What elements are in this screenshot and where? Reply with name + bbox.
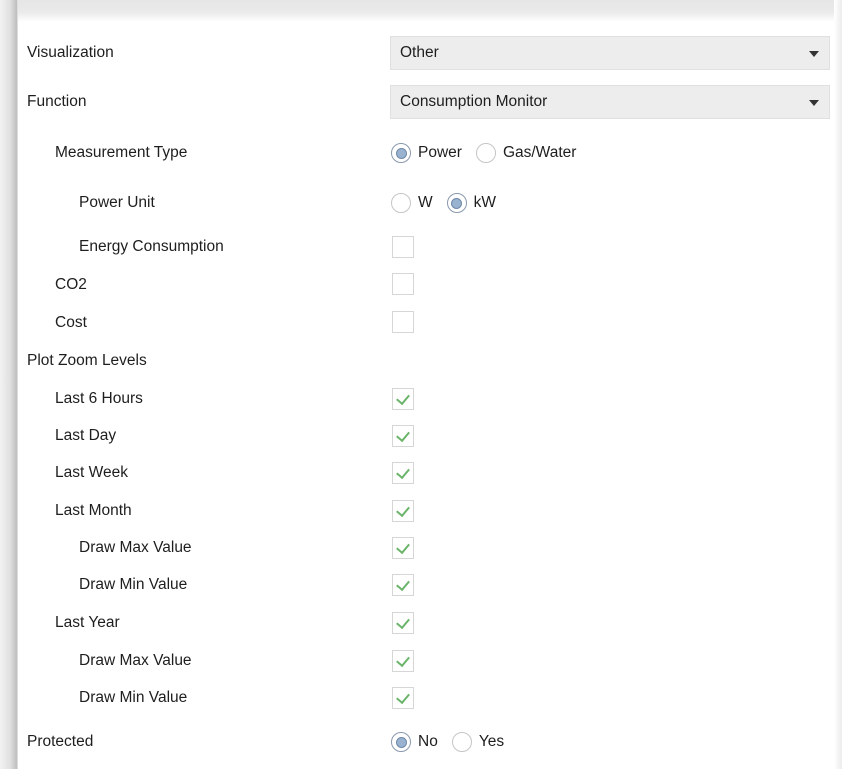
zoom-item-last-week: Last Week bbox=[18, 458, 834, 488]
checkmark-icon bbox=[396, 390, 410, 406]
function-label: Function bbox=[27, 93, 87, 110]
year-draw-max-checkbox[interactable] bbox=[392, 650, 414, 672]
energy-consumption-row: Energy Consumption bbox=[18, 232, 834, 262]
zoom-item-label: Draw Max Value bbox=[79, 539, 192, 556]
radio-unselected-icon bbox=[451, 732, 472, 752]
plot-zoom-levels-row: Plot Zoom Levels bbox=[18, 348, 834, 374]
radio-selected-icon bbox=[391, 143, 411, 163]
zoom-item-last-6-hours: Last 6 Hours bbox=[18, 384, 834, 414]
zoom-item-label: Draw Max Value bbox=[79, 652, 192, 669]
last-month-checkbox[interactable] bbox=[392, 500, 414, 522]
zoom-item-last-month: Last Month bbox=[18, 496, 834, 526]
radio-gas-water-label: Gas/Water bbox=[502, 144, 577, 161]
cost-label: Cost bbox=[55, 314, 87, 331]
zoom-item-label: Last Week bbox=[55, 464, 128, 481]
window-shadow-left bbox=[0, 0, 18, 769]
visualization-value: Other bbox=[400, 44, 439, 61]
radio-no-label: No bbox=[418, 733, 438, 750]
parameters-panel: Visualization Other Function Consumption… bbox=[18, 22, 834, 769]
chevron-down-icon bbox=[809, 100, 819, 106]
zoom-item-month-draw-max: Draw Max Value bbox=[18, 533, 834, 563]
zoom-item-label: Draw Min Value bbox=[79, 689, 188, 706]
co2-label: CO2 bbox=[55, 276, 87, 293]
co2-row: CO2 bbox=[18, 270, 834, 300]
measurement-type-radio-group: Power Gas/Water bbox=[391, 137, 590, 169]
cost-row: Cost bbox=[18, 308, 834, 338]
month-draw-min-checkbox[interactable] bbox=[392, 574, 414, 596]
zoom-item-last-year: Last Year bbox=[18, 608, 834, 638]
last-6-hours-checkbox[interactable] bbox=[392, 388, 414, 410]
function-value: Consumption Monitor bbox=[400, 93, 548, 110]
radio-power-label: Power bbox=[418, 144, 462, 161]
checkmark-icon bbox=[396, 576, 410, 592]
visualization-label: Visualization bbox=[27, 44, 114, 61]
radio-yes-label: Yes bbox=[478, 733, 505, 750]
protected-radio-group: No Yes bbox=[391, 726, 518, 758]
energy-consumption-checkbox[interactable] bbox=[392, 236, 414, 258]
function-row: Function Consumption Monitor bbox=[18, 84, 834, 120]
energy-consumption-label: Energy Consumption bbox=[79, 238, 224, 255]
radio-w-label: W bbox=[418, 194, 433, 211]
plot-zoom-levels-label: Plot Zoom Levels bbox=[27, 352, 147, 369]
checkmark-icon bbox=[396, 652, 410, 668]
visualization-row: Visualization Other bbox=[18, 35, 834, 71]
protected-row: Protected No Yes bbox=[18, 726, 834, 758]
zoom-item-label: Last Year bbox=[55, 614, 120, 631]
power-unit-radio-group: W kW bbox=[391, 187, 510, 219]
chevron-down-icon bbox=[809, 51, 819, 57]
zoom-item-label: Last Day bbox=[55, 427, 117, 444]
checkmark-icon bbox=[396, 502, 410, 518]
measurement-type-label: Measurement Type bbox=[55, 144, 188, 161]
zoom-item-month-draw-min: Draw Min Value bbox=[18, 570, 834, 600]
measurement-type-row: Measurement Type Power Gas/Water bbox=[18, 137, 834, 169]
month-draw-max-checkbox[interactable] bbox=[392, 537, 414, 559]
radio-selected-icon bbox=[446, 193, 467, 213]
year-draw-min-checkbox[interactable] bbox=[392, 687, 414, 709]
zoom-item-year-draw-max: Draw Max Value bbox=[18, 646, 834, 676]
power-unit-label: Power Unit bbox=[79, 194, 155, 211]
power-unit-row: Power Unit W kW bbox=[18, 187, 834, 219]
window-shadow-right bbox=[834, 0, 842, 769]
radio-unselected-icon bbox=[475, 143, 496, 163]
radio-power[interactable]: Power bbox=[391, 143, 462, 163]
zoom-item-label: Draw Min Value bbox=[79, 576, 188, 593]
last-week-checkbox[interactable] bbox=[392, 462, 414, 484]
checkmark-icon bbox=[396, 427, 410, 443]
protected-label: Protected bbox=[27, 733, 94, 750]
radio-kw-label: kW bbox=[473, 194, 497, 211]
co2-checkbox[interactable] bbox=[392, 273, 414, 295]
radio-kw[interactable]: kW bbox=[446, 193, 497, 213]
checkmark-icon bbox=[396, 614, 410, 630]
radio-selected-icon bbox=[391, 732, 411, 752]
radio-unselected-icon bbox=[391, 193, 411, 213]
zoom-item-year-draw-min: Draw Min Value bbox=[18, 683, 834, 713]
function-dropdown[interactable]: Consumption Monitor bbox=[390, 85, 830, 119]
visualization-dropdown[interactable]: Other bbox=[390, 36, 830, 70]
window-shadow-top bbox=[0, 0, 842, 22]
checkmark-icon bbox=[396, 689, 410, 705]
zoom-item-label: Last Month bbox=[55, 502, 132, 519]
checkmark-icon bbox=[396, 464, 410, 480]
last-day-checkbox[interactable] bbox=[392, 425, 414, 447]
radio-no[interactable]: No bbox=[391, 732, 438, 752]
zoom-item-last-day: Last Day bbox=[18, 421, 834, 451]
last-year-checkbox[interactable] bbox=[392, 612, 414, 634]
radio-yes[interactable]: Yes bbox=[451, 732, 505, 752]
cost-checkbox[interactable] bbox=[392, 311, 414, 333]
radio-gas-water[interactable]: Gas/Water bbox=[475, 143, 577, 163]
zoom-item-label: Last 6 Hours bbox=[55, 390, 143, 407]
checkmark-icon bbox=[396, 539, 410, 555]
radio-w[interactable]: W bbox=[391, 193, 433, 213]
